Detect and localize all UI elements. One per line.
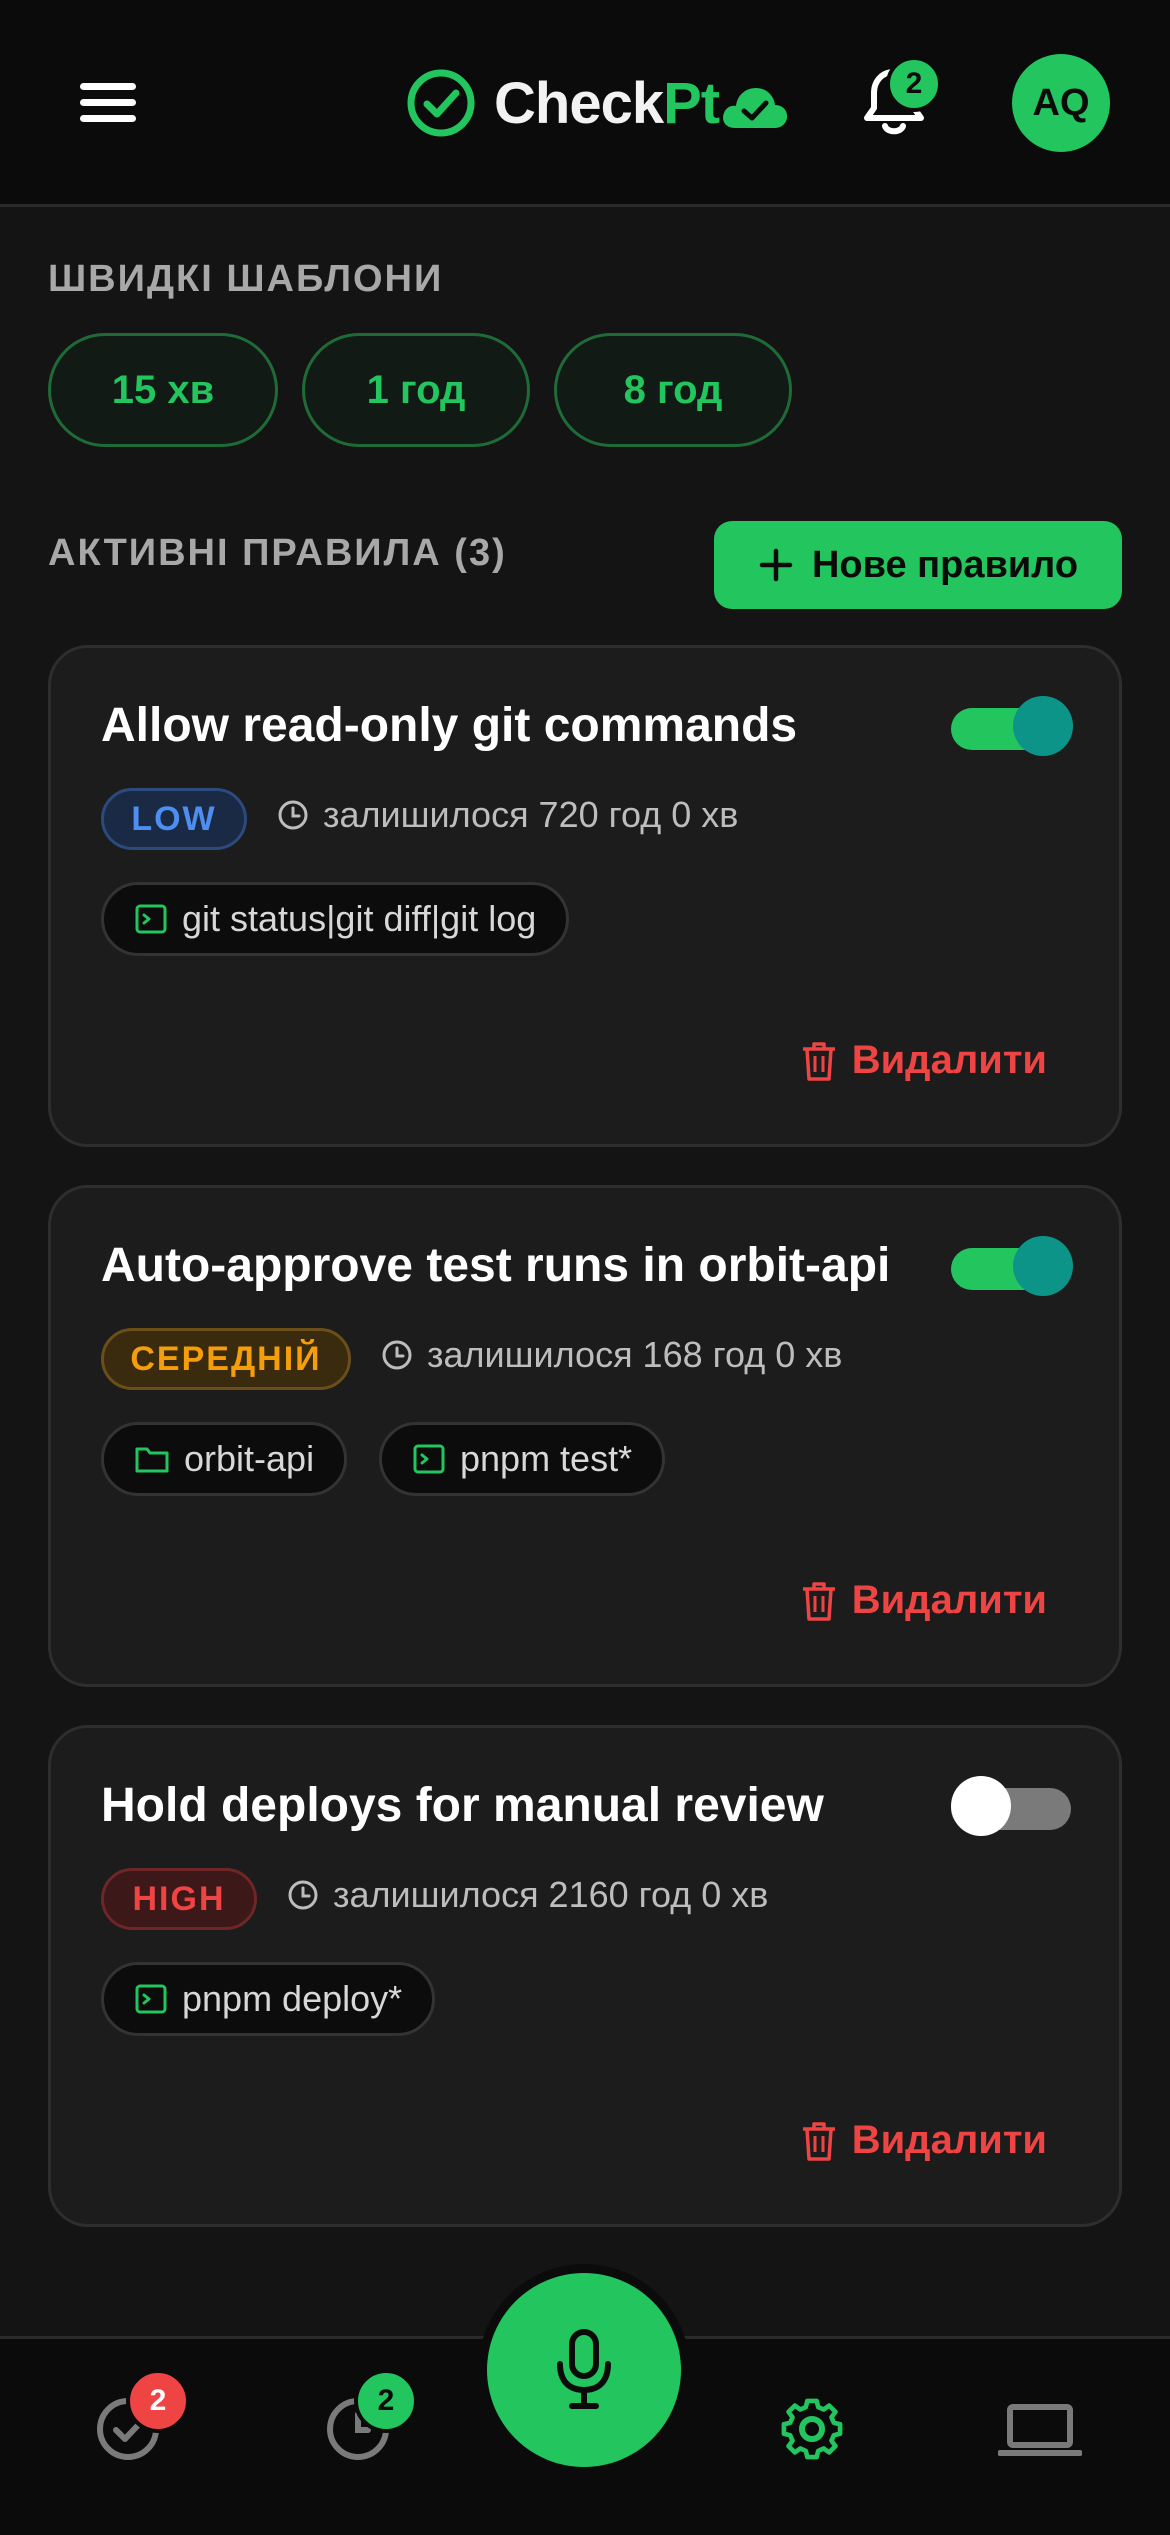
delete-button[interactable]: Видалити <box>800 1038 1047 1083</box>
tag-text: pnpm test* <box>460 1438 633 1479</box>
new-rule-label: Нове правило <box>811 543 1079 586</box>
laptop-icon <box>997 2404 1083 2456</box>
rule-card: Allow read-only git commands LOW залишил… <box>48 645 1122 1147</box>
gear-icon <box>781 2398 843 2460</box>
rule-toggle[interactable] <box>951 1776 1071 1836</box>
terminal-icon <box>135 904 167 934</box>
clock-icon <box>382 1340 412 1370</box>
severity-badge: HIGH <box>101 1868 257 1930</box>
delete-label: Видалити <box>851 1038 1047 1082</box>
active-rules-title: АКТИВНІ ПРАВИЛА (3) <box>48 532 507 574</box>
app-logo: CheckPt <box>406 68 789 138</box>
nav-settings[interactable] <box>772 2387 852 2467</box>
app-header: CheckPt 2 AQ <box>0 0 1170 207</box>
rule-title: Allow read-only git commands <box>101 699 798 752</box>
rule-toggle[interactable] <box>951 1236 1073 1296</box>
remaining-text: залишилося 168 год 0 хв <box>427 1334 843 1375</box>
quick-templates-title: ШВИДКІ ШАБЛОНИ <box>48 258 444 300</box>
remaining-time: залишилося 720 год 0 хв <box>277 794 738 836</box>
clock-icon <box>278 800 308 830</box>
logo-text-accent: Pt <box>663 70 720 136</box>
tag-text: orbit-api <box>184 1438 315 1479</box>
template-chip-15min[interactable]: 15 хв <box>48 333 278 447</box>
delete-label: Видалити <box>851 1578 1047 1622</box>
tag-text: pnpm deploy* <box>182 1978 403 2019</box>
severity-badge: LOW <box>101 788 247 850</box>
terminal-icon <box>413 1444 445 1474</box>
rule-title: Auto-approve test runs in orbit-api <box>101 1239 891 1292</box>
menu-icon[interactable] <box>80 83 136 123</box>
remaining-text: залишилося 2160 год 0 хв <box>333 1874 769 1915</box>
rule-title: Hold deploys for manual review <box>101 1779 824 1832</box>
nav-devices[interactable] <box>997 2387 1083 2467</box>
logo-text-primary: Check <box>494 70 664 136</box>
severity-badge: СЕРЕДНІЙ <box>101 1328 351 1390</box>
remaining-text: залишилося 720 год 0 хв <box>323 794 739 835</box>
rule-card: Hold deploys for manual review HIGH зали… <box>48 1725 1122 2227</box>
trash-icon <box>802 1581 835 1621</box>
delete-button[interactable]: Видалити <box>800 1578 1047 1623</box>
cloud-check-icon <box>723 88 788 128</box>
folder-icon <box>135 1447 169 1473</box>
history-badge: 2 <box>354 2369 418 2433</box>
folder-tag: orbit-api <box>101 1422 348 1496</box>
trash-icon <box>802 1041 835 1081</box>
command-tag: git status|git diff|git log <box>101 882 570 956</box>
delete-button[interactable]: Видалити <box>800 2118 1047 2163</box>
command-tag: pnpm test* <box>379 1422 666 1496</box>
nav-approvals[interactable]: 2 <box>88 2369 190 2467</box>
rule-card: Auto-approve test runs in orbit-api СЕРЕ… <box>48 1185 1122 1687</box>
logo-text: CheckPt <box>494 70 720 137</box>
voice-button-inner <box>487 2273 681 2467</box>
check-circle-icon <box>407 69 475 137</box>
delete-label: Видалити <box>851 2118 1047 2162</box>
command-tag: pnpm deploy* <box>101 1962 436 2036</box>
notifications-button[interactable]: 2 <box>862 56 942 138</box>
template-chip-8h[interactable]: 8 год <box>554 333 792 447</box>
trash-icon <box>802 2121 835 2161</box>
new-rule-button[interactable]: Нове правило <box>714 521 1122 609</box>
notifications-badge: 2 <box>886 56 942 112</box>
tag-text: git status|git diff|git log <box>182 898 537 939</box>
voice-button[interactable] <box>478 2264 690 2476</box>
nav-history[interactable]: 2 <box>318 2369 418 2467</box>
remaining-time: залишилося 2160 год 0 хв <box>287 1874 768 1916</box>
remaining-time: залишилося 168 год 0 хв <box>381 1334 842 1376</box>
microphone-icon <box>557 2329 611 2409</box>
clock-icon <box>288 1880 318 1910</box>
template-chip-1h[interactable]: 1 год <box>302 333 530 447</box>
plus-icon <box>759 548 793 582</box>
approvals-badge: 2 <box>126 2369 190 2433</box>
avatar[interactable]: AQ <box>1012 54 1110 152</box>
rule-toggle[interactable] <box>951 696 1073 756</box>
terminal-icon <box>135 1984 167 2014</box>
